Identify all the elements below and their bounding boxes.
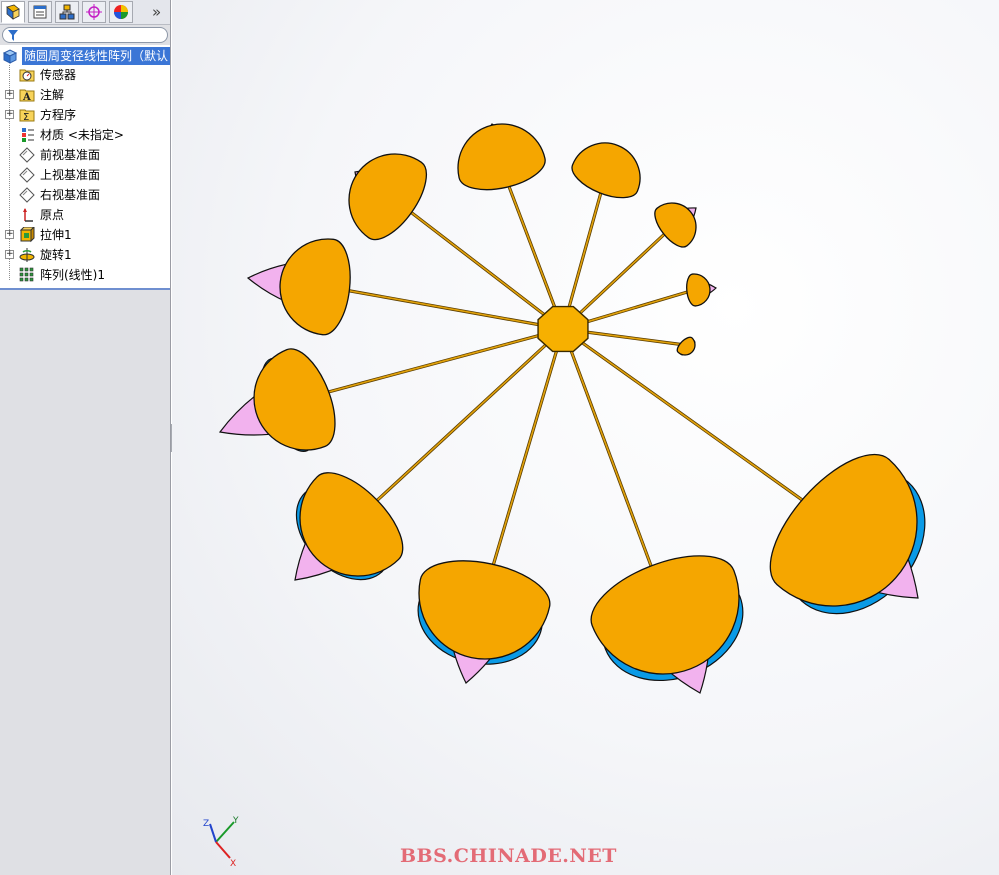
tree-item-label: 方程序	[40, 108, 77, 122]
spoke-rod-highlight	[484, 328, 564, 594]
view-triad: Y Z X	[200, 812, 240, 871]
spoke-rod-highlight	[562, 328, 664, 599]
tree-item-sensors[interactable]: 传感器	[0, 65, 170, 85]
orange-dome	[686, 273, 711, 307]
tree-item-front-plane[interactable]: 前视基准面	[0, 145, 170, 165]
tree-item-extrude1[interactable]: + 拉伸1	[0, 225, 170, 245]
tree-item-origin[interactable]: 原点	[0, 205, 170, 225]
orange-dome	[279, 238, 351, 336]
tree-item-label: 注解	[40, 88, 65, 102]
tree-item-label: 拉伸1	[40, 228, 72, 242]
origin-icon	[23, 208, 33, 222]
spoke-rod-highlight	[562, 328, 834, 523]
extrude-icon	[19, 227, 35, 243]
dimxpert-icon	[86, 4, 102, 20]
dimxpert-tab[interactable]	[82, 1, 106, 23]
center-hub	[537, 305, 589, 353]
tree-root-label: 随圆周变径线性阵列（默认	[22, 47, 171, 65]
expand-toggle-icon[interactable]: +	[5, 250, 14, 259]
tree-item-label: 阵列(线性)1	[40, 268, 105, 282]
plane-icon	[19, 187, 35, 203]
feature-manager-panel: » 随圆周变径线性阵列（默认 传感器 + A 注解 + Σ 方程序 材质 <未指…	[0, 0, 171, 875]
tree-item-label: 旋转1	[40, 248, 72, 262]
triad-z-label: Z	[203, 819, 209, 829]
orange-dome	[457, 123, 546, 191]
configurationmanager-tab[interactable]	[55, 1, 79, 23]
material-icon	[22, 128, 34, 142]
orange-dome	[348, 153, 427, 241]
model-3d-scene	[218, 123, 926, 694]
triad-y-axis	[215, 821, 235, 843]
equation-icon: Σ	[19, 109, 35, 123]
spoke-rod-highlight	[327, 286, 564, 330]
orange-dome	[571, 142, 641, 199]
expand-toggle-icon[interactable]: +	[5, 90, 14, 99]
graphics-viewport[interactable]	[172, 0, 999, 875]
tree-item-linear-pattern1[interactable]: 阵列(线性)1	[0, 265, 170, 285]
featuremanager-tab[interactable]	[1, 1, 25, 23]
expand-toggle-icon[interactable]: +	[5, 110, 14, 119]
tree-item-label: 上视基准面	[40, 168, 101, 182]
feature-tree: 随圆周变径线性阵列（默认 传感器 + A 注解 + Σ 方程序 材质 <未指定>…	[0, 45, 171, 290]
more-tabs-chevron-icon[interactable]: »	[152, 2, 161, 22]
propertymanager-tab[interactable]	[28, 1, 52, 23]
annotation-icon: A	[19, 89, 35, 103]
filter-icon	[8, 30, 18, 41]
panel-tab-bar: »	[0, 0, 170, 25]
configuration-icon	[59, 4, 75, 20]
revolve-icon	[19, 248, 35, 262]
tree-item-revolve1[interactable]: + 旋转1	[0, 245, 170, 265]
plane-icon	[19, 147, 35, 163]
triad-y-label: Y	[232, 816, 239, 826]
tree-item-right-plane[interactable]: 右视基准面	[0, 185, 170, 205]
sensor-icon	[19, 69, 35, 82]
feature-tree-icon	[6, 4, 20, 20]
plane-icon	[19, 167, 35, 183]
expand-toggle-icon[interactable]: +	[5, 230, 14, 239]
appearance-tab[interactable]	[109, 1, 133, 23]
linear-pattern-icon	[19, 267, 34, 282]
svg-text:Σ: Σ	[23, 112, 29, 123]
appearance-icon	[114, 5, 128, 19]
property-manager-icon	[33, 5, 47, 19]
watermark-text: BBS.CHINADE.NET	[400, 845, 617, 867]
tree-item-material[interactable]: 材质 <未指定>	[0, 125, 170, 145]
tree-item-label: 传感器	[40, 68, 77, 82]
part-icon	[2, 49, 18, 64]
tree-filter-input[interactable]	[2, 27, 168, 43]
tree-item-equations[interactable]: + Σ 方程序	[0, 105, 170, 125]
tree-item-top-plane[interactable]: 上视基准面	[0, 165, 170, 185]
tree-item-label: 材质 <未指定>	[40, 128, 124, 142]
svg-text:A: A	[22, 92, 31, 103]
tree-item-label: 原点	[40, 208, 65, 222]
tree-item-label: 前视基准面	[40, 148, 101, 162]
triad-x-axis	[215, 841, 231, 859]
tree-root-part[interactable]: 随圆周变径线性阵列（默认	[0, 46, 171, 66]
triad-z-axis	[209, 823, 217, 843]
tree-item-annotations[interactable]: + A 注解	[0, 85, 170, 105]
tree-item-label: 右视基准面	[40, 188, 101, 202]
triad-x-label: X	[230, 859, 236, 867]
orange-dome	[676, 336, 696, 356]
